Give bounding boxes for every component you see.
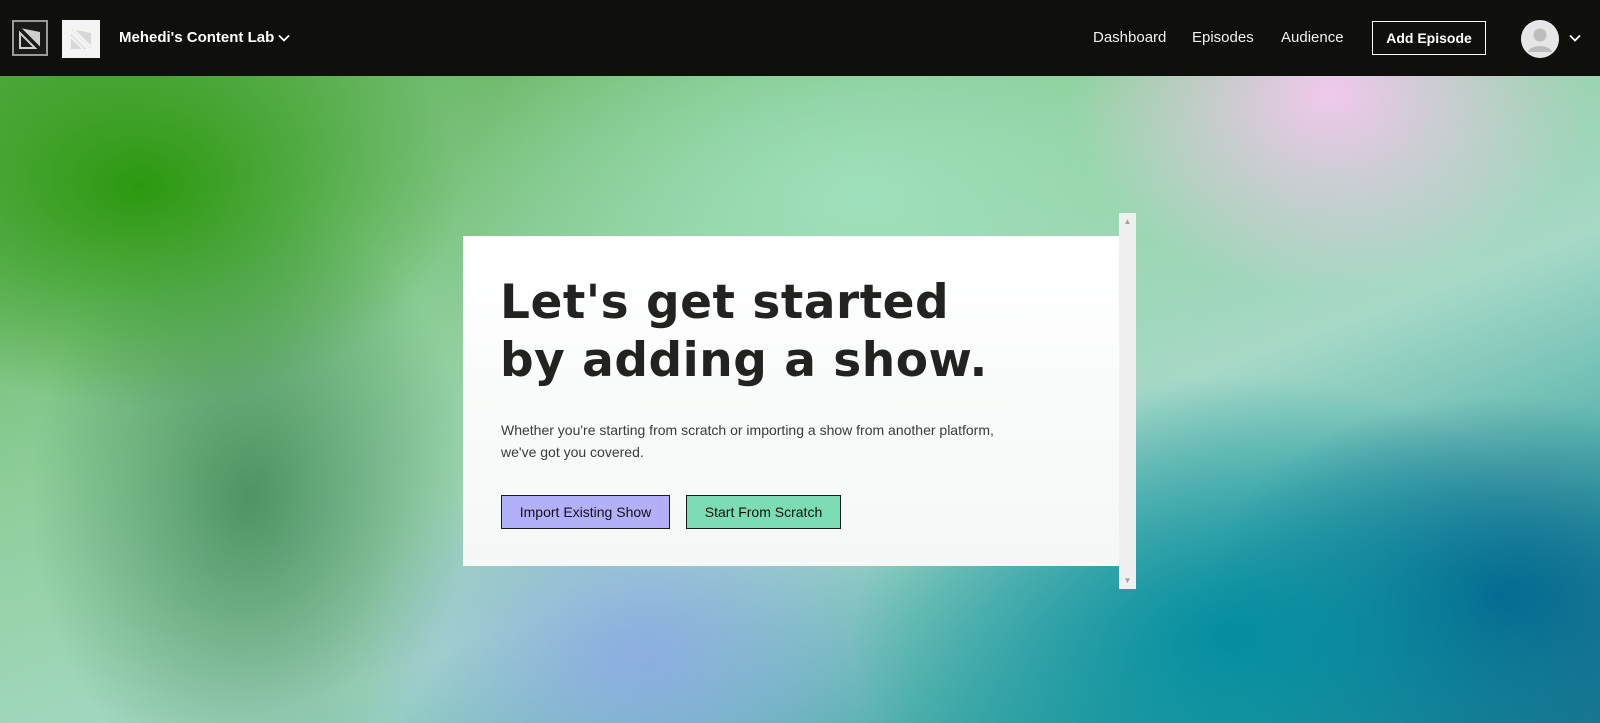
import-existing-show-button[interactable]: Import Existing Show xyxy=(501,495,670,529)
account-chevron-down-icon[interactable] xyxy=(1567,30,1583,46)
dialog-scrollbar[interactable]: ▲ ▼ xyxy=(1119,213,1136,589)
nav-audience[interactable]: Audience xyxy=(1281,29,1344,46)
start-from-scratch-button[interactable]: Start From Scratch xyxy=(686,495,841,529)
onboarding-headline: Let's get started by adding a show. xyxy=(500,274,1100,390)
brand-logo-icon[interactable] xyxy=(12,20,48,56)
workspace-name[interactable]: Mehedi's Content Lab xyxy=(119,29,274,46)
description-line-2: we've got you covered. xyxy=(501,444,644,460)
onboarding-dialog: Let's get started by adding a show. Whet… xyxy=(463,213,1136,589)
chevron-down-icon[interactable] xyxy=(276,30,292,46)
onboarding-card: Let's get started by adding a show. Whet… xyxy=(463,236,1119,566)
nav-episodes[interactable]: Episodes xyxy=(1192,29,1254,46)
onboarding-description: Whether you're starting from scratch or … xyxy=(501,419,1031,463)
headline-line-1: Let's get started xyxy=(500,275,950,330)
user-avatar-icon[interactable] xyxy=(1521,20,1559,58)
scroll-up-arrow-icon[interactable]: ▲ xyxy=(1119,213,1136,230)
headline-line-2: by adding a show. xyxy=(500,333,988,388)
top-navigation-bar: Mehedi's Content Lab Dashboard Episodes … xyxy=(0,0,1600,76)
scroll-down-arrow-icon[interactable]: ▼ xyxy=(1119,572,1136,589)
nav-dashboard[interactable]: Dashboard xyxy=(1093,29,1166,46)
show-logo-icon[interactable] xyxy=(62,20,100,58)
add-episode-button[interactable]: Add Episode xyxy=(1372,21,1486,55)
description-line-1: Whether you're starting from scratch or … xyxy=(501,422,994,438)
